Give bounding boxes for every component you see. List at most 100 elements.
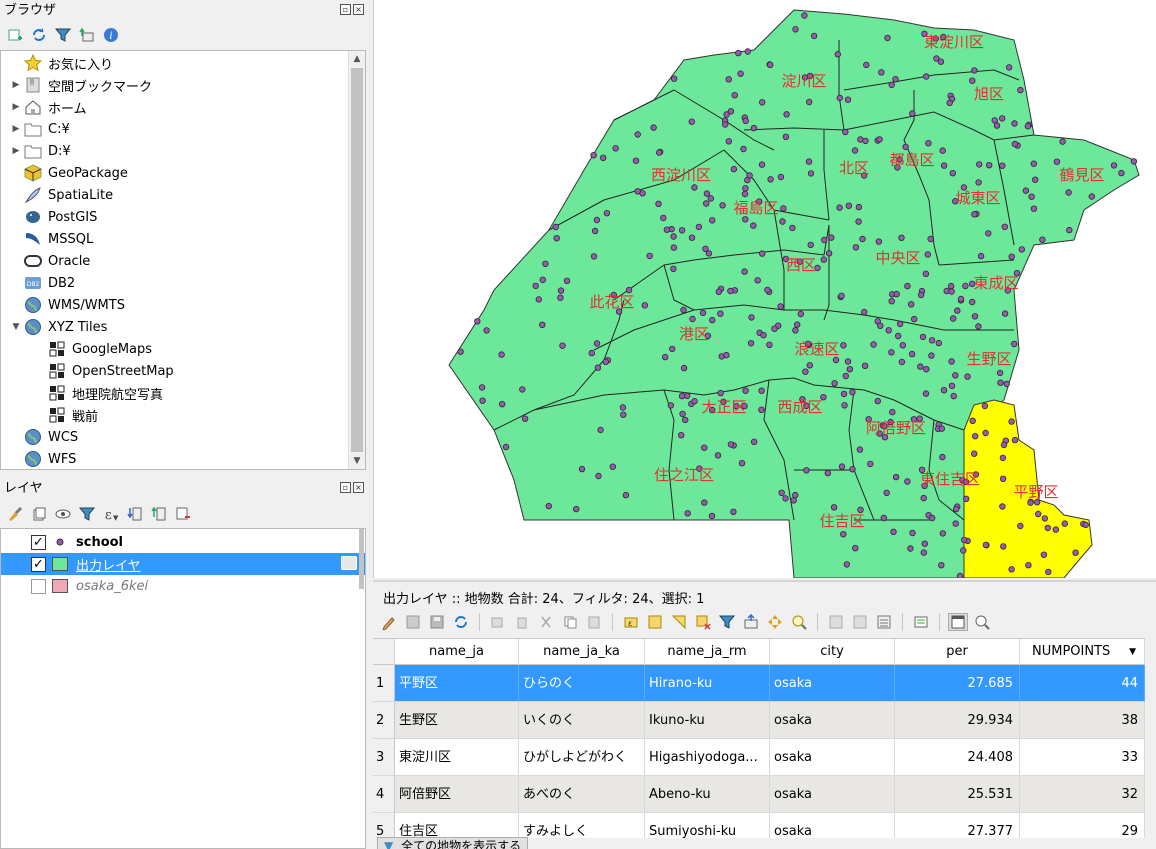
undock-button[interactable]: ▫ — [340, 482, 351, 493]
table-cell-name-ja[interactable]: 東淀川区 — [395, 739, 519, 776]
row-number[interactable]: 4 — [373, 776, 395, 813]
table-cell-per[interactable]: 29.934 — [895, 702, 1020, 739]
reload-icon[interactable] — [451, 613, 471, 631]
table-cell-numpoints[interactable]: 33 — [1020, 739, 1145, 776]
table-cell-city[interactable]: osaka — [770, 665, 895, 702]
table-cell-name-ja[interactable]: 生野区 — [395, 702, 519, 739]
table-cell-name-ja-rm[interactable]: Higashiyodoga... — [645, 739, 770, 776]
browser-item[interactable]: PostGIS — [1, 206, 97, 228]
browser-item[interactable]: ▶ C:¥ — [1, 118, 70, 140]
layer-row-osaka6kei[interactable]: osaka_6kei — [1, 575, 365, 597]
style-icon[interactable] — [6, 505, 24, 523]
browser-item[interactable]: ▶ 空間ブックマーク — [1, 74, 152, 96]
map-canvas[interactable]: 東淀川区 淀川区 旭区 西淀川区 北区 都島区 鶴見区 城東区 福島区 西区 中央区 東成区 此花区 港区… — [373, 0, 1156, 578]
column-header[interactable]: per — [895, 639, 1020, 665]
copy-icon[interactable] — [560, 613, 580, 631]
table-cell-name-ja-rm[interactable]: Ikuno-ku — [645, 702, 770, 739]
browser-scrollbar[interactable]: ▲ ▼ — [348, 51, 365, 469]
scroll-up-icon[interactable]: ▲ — [349, 51, 365, 67]
layers-scrollbar[interactable] — [359, 529, 364, 589]
layer-visibility-checkbox[interactable] — [31, 578, 46, 594]
expand-arrow-icon[interactable]: ▶ — [9, 124, 23, 134]
zoom-to-selection-icon[interactable] — [789, 613, 809, 631]
dock-table-icon[interactable] — [948, 613, 968, 631]
deselect-icon[interactable] — [693, 613, 713, 631]
filter-indicator-icon[interactable] — [341, 556, 357, 570]
table-cell-name-ja-rm[interactable]: Sumiyoshi-ku — [645, 813, 770, 838]
close-dock-button[interactable]: × — [353, 482, 364, 493]
browser-item[interactable]: WCS — [1, 426, 78, 448]
table-cell-per[interactable]: 25.531 — [895, 776, 1020, 813]
column-header[interactable]: name_ja_ka — [519, 639, 645, 665]
new-field-icon[interactable] — [826, 613, 846, 631]
paste-icon[interactable] — [584, 613, 604, 631]
table-scrollbar[interactable] — [1145, 638, 1156, 838]
scroll-thumb[interactable] — [351, 68, 363, 452]
column-header[interactable]: name_ja — [395, 639, 519, 665]
collapse-all-icon[interactable] — [78, 26, 96, 44]
layer-row-output[interactable]: ✓ 出力レイヤ — [1, 553, 365, 575]
add-layer-icon[interactable] — [6, 26, 24, 44]
column-header[interactable]: city — [770, 639, 895, 665]
browser-item[interactable]: DB2 DB2 — [1, 272, 75, 294]
layer-visibility-checkbox[interactable]: ✓ — [31, 556, 46, 572]
table-cell-name-ja-ka[interactable]: ひらのく — [519, 665, 645, 702]
browser-item[interactable]: WFS — [1, 448, 76, 470]
column-header-sorted[interactable]: NUMPOINTS ▼ — [1020, 639, 1145, 665]
filter-selected-icon[interactable] — [717, 613, 737, 631]
browser-item[interactable]: ▶ ホーム — [1, 96, 87, 118]
map-svg[interactable]: 東淀川区淀川区旭区西淀川区 北区 都島区鶴見区城東区福島区西区 中央区東成区此花区港区… — [374, 0, 1156, 578]
table-cell-name-ja-ka[interactable]: ひがしよどがわく — [519, 739, 645, 776]
conditional-formatting-icon[interactable] — [911, 613, 931, 631]
remove-layer-icon[interactable] — [174, 505, 192, 523]
close-dock-button[interactable]: × — [353, 4, 364, 15]
visibility-icon[interactable] — [54, 505, 72, 523]
expand-arrow-icon[interactable]: ▶ — [9, 80, 23, 90]
table-cell-numpoints[interactable]: 38 — [1020, 702, 1145, 739]
delete-feature-icon[interactable] — [512, 613, 532, 631]
table-cell-name-ja-rm[interactable]: Hirano-ku — [645, 665, 770, 702]
expression-filter-icon[interactable]: ε ▼ — [102, 505, 120, 523]
table-cell-city[interactable]: osaka — [770, 702, 895, 739]
table-cell-name-ja-ka[interactable]: すみよしく — [519, 813, 645, 838]
layer-row-school[interactable]: ✓ school — [1, 531, 365, 553]
browser-item[interactable]: MSSQL — [1, 228, 93, 250]
browser-item[interactable]: Oracle — [1, 250, 90, 272]
refresh-icon[interactable] — [30, 26, 48, 44]
multi-edit-icon[interactable] — [403, 613, 423, 631]
expanded-arrow-icon[interactable]: ▼ — [9, 322, 23, 332]
field-calculator-icon[interactable] — [874, 613, 894, 631]
row-number[interactable]: 5 — [373, 813, 395, 838]
delete-field-icon[interactable] — [850, 613, 870, 631]
scroll-down-icon[interactable]: ▼ — [349, 453, 365, 469]
table-cell-per[interactable]: 27.377 — [895, 813, 1020, 838]
table-cell-numpoints[interactable]: 29 — [1020, 813, 1145, 838]
table-cell-name-ja[interactable]: 阿倍野区 — [395, 776, 519, 813]
browser-item[interactable]: 地理院航空写真 — [1, 382, 163, 404]
table-cell-city[interactable]: osaka — [770, 813, 895, 838]
table-cell-city[interactable]: osaka — [770, 739, 895, 776]
select-all-icon[interactable] — [645, 613, 665, 631]
filter-legend-icon[interactable] — [78, 505, 96, 523]
select-by-expression-icon[interactable]: ε — [621, 613, 641, 631]
collapse-all-icon[interactable] — [150, 505, 168, 523]
column-header[interactable]: name_ja_rm — [645, 639, 770, 665]
expand-all-icon[interactable] — [126, 505, 144, 523]
corner-cell[interactable] — [373, 639, 395, 665]
actions-icon[interactable] — [972, 613, 992, 631]
table-cell-numpoints[interactable]: 44 — [1020, 665, 1145, 702]
expand-arrow-icon[interactable]: ▶ — [9, 146, 23, 156]
table-cell-name-ja[interactable]: 住吉区 — [395, 813, 519, 838]
show-all-features-button[interactable]: ▼ 全ての地物を表示する — [377, 837, 529, 849]
browser-item[interactable]: SpatiaLite — [1, 184, 113, 206]
table-cell-city[interactable]: osaka — [770, 776, 895, 813]
save-edits-icon[interactable] — [427, 613, 447, 631]
undock-button[interactable]: ▫ — [340, 4, 351, 15]
row-number[interactable]: 3 — [373, 739, 395, 776]
info-icon[interactable]: i — [102, 26, 120, 44]
cut-icon[interactable] — [536, 613, 556, 631]
layer-visibility-checkbox[interactable]: ✓ — [31, 534, 46, 550]
attribute-grid[interactable]: name_ja name_ja_ka name_ja_rm city per N… — [373, 638, 1145, 838]
add-feature-icon[interactable] — [488, 613, 508, 631]
table-cell-name-ja-rm[interactable]: Abeno-ku — [645, 776, 770, 813]
